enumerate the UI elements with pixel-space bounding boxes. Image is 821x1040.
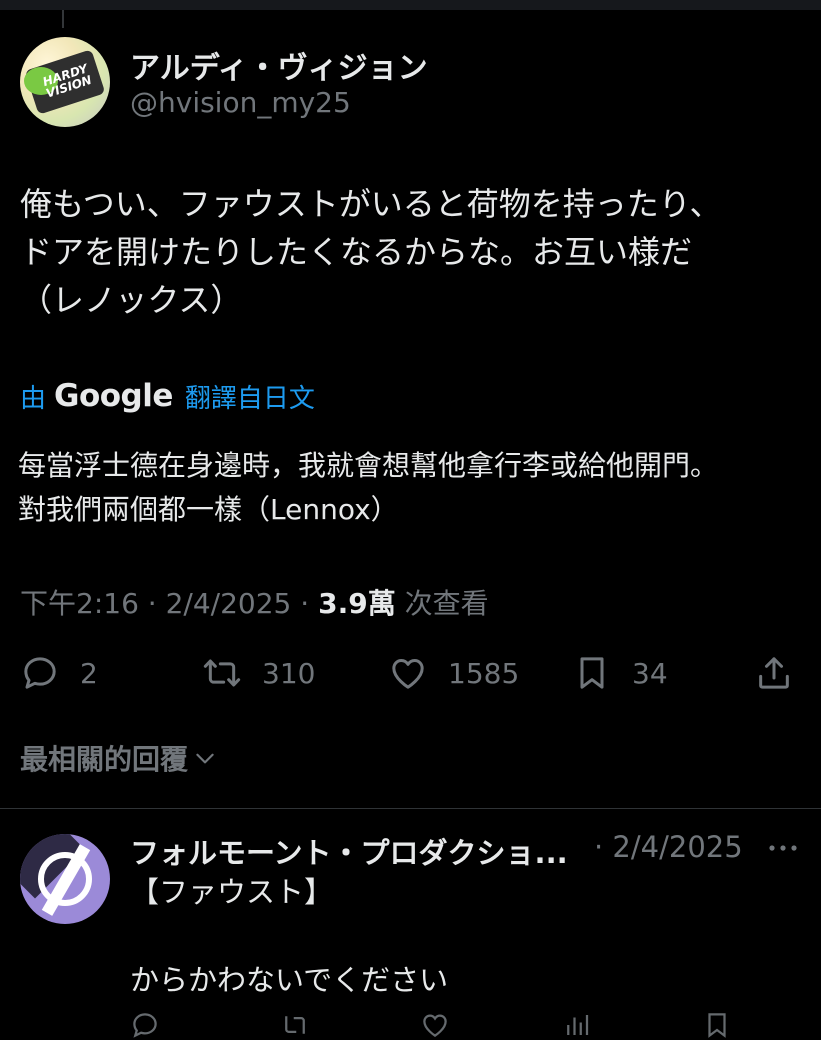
top-status-strip (0, 0, 821, 10)
like-count: 1585 (448, 656, 520, 690)
reply-text: 【ファウスト】 からかわないでください (130, 875, 449, 997)
share-button[interactable] (754, 648, 794, 698)
reply-heart-icon[interactable] (420, 1010, 450, 1040)
tweet-meta: 下午2:16 · 2/4/2025 · 3.9萬 次查看 (20, 582, 489, 622)
meta-separator: · (147, 587, 157, 620)
like-button[interactable]: 1585 (388, 648, 519, 698)
bookmark-count: 34 (632, 656, 668, 690)
tweet-time[interactable]: 下午2:16 (20, 587, 139, 620)
reply-retweet-icon[interactable] (280, 1010, 310, 1040)
author-avatar[interactable]: HARDY VISION (20, 37, 110, 127)
tweet-date[interactable]: 2/4/2025 (166, 587, 292, 620)
replies-sort-dropdown[interactable]: 最相關的回覆 (20, 738, 218, 778)
section-divider (0, 808, 821, 809)
share-icon (759, 657, 789, 689)
more-icon[interactable] (766, 836, 800, 860)
bookmark-button[interactable]: 34 (572, 648, 668, 698)
views-count: 3.9萬 (318, 587, 396, 620)
retweet-icon (203, 659, 241, 687)
reply-author-avatar[interactable] (20, 834, 110, 924)
bookmark-icon (580, 657, 604, 689)
retweet-button[interactable]: 310 (202, 648, 315, 698)
reply-bookmark-icon[interactable] (702, 1010, 732, 1040)
reply-date[interactable]: · 2/4/2025 (594, 830, 743, 864)
heart-icon (392, 659, 424, 689)
reply-reply-icon[interactable] (130, 1010, 160, 1040)
meta-separator: · (300, 587, 310, 620)
translated-text: 每當浮士德在身邊時，我就會想幫他拿行李或給他開門。 對我們兩個都一樣（Lenno… (18, 449, 719, 526)
reply-icon (24, 657, 56, 689)
reply-action-bar (130, 1010, 810, 1040)
author-name[interactable]: アルディ・ヴィジョン (130, 43, 428, 87)
translation-by-label: 由 (20, 383, 47, 414)
google-logo-text: Google (54, 378, 173, 414)
views-label: 次查看 (404, 587, 489, 620)
thread-connector-line (62, 10, 64, 28)
chevron-down-icon (196, 753, 214, 764)
reply-button[interactable]: 2 (20, 648, 98, 698)
translation-source-label[interactable]: 翻譯自日文 (185, 378, 315, 415)
retweet-count: 310 (262, 656, 316, 690)
reply-views-icon[interactable] (562, 1010, 592, 1040)
replies-sort-label: 最相關的回覆 (20, 743, 189, 776)
reply-count: 2 (80, 656, 98, 690)
author-handle[interactable]: @hvision_my25 (130, 86, 351, 119)
translation-attribution[interactable]: 由 Google 翻譯自日文 (20, 374, 315, 418)
tweet-action-bar: 2 310 1585 34 (0, 648, 821, 698)
tweet-text: 俺もつい、ファウストがいると荷物を持ったり、 ドアを開けたりしたくなるからな。お… (20, 185, 722, 319)
reply-author-name[interactable]: フォルモーント・プロダクショ... (130, 830, 568, 872)
